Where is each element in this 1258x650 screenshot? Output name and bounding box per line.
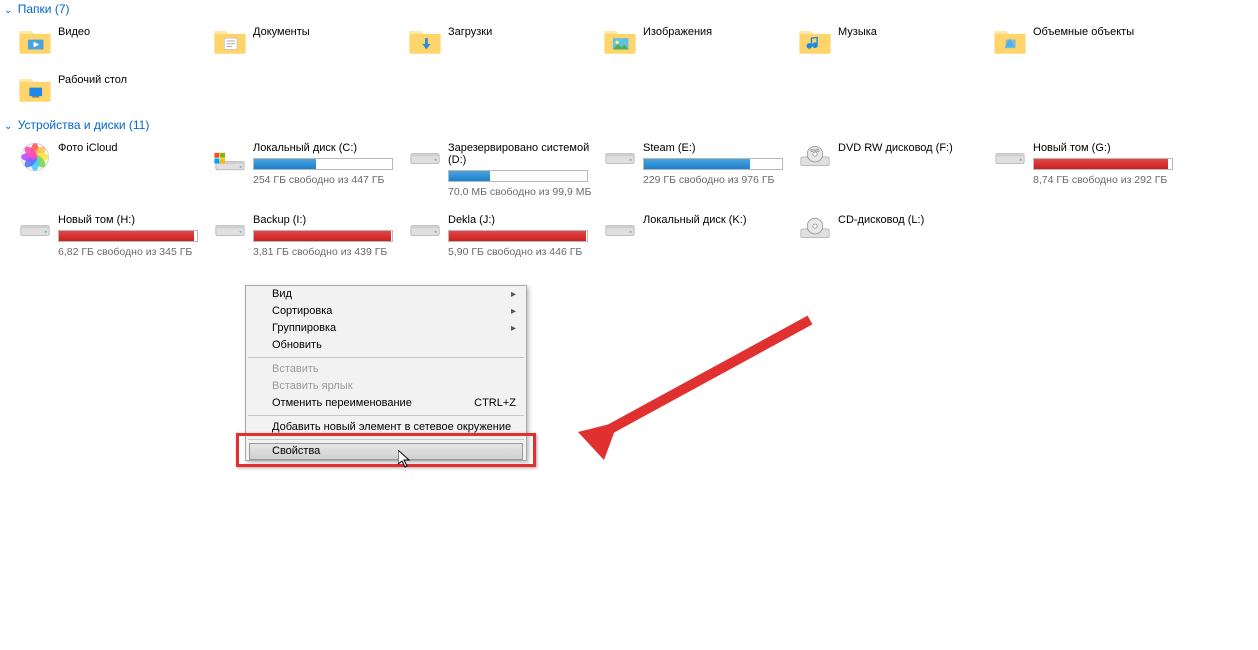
- drive-label: Backup (I:): [253, 214, 393, 226]
- drive-icon: [408, 140, 442, 174]
- drive-icon: [603, 140, 637, 174]
- context-menu: Вид▸ Сортировка▸ Группировка▸ Обновить В…: [245, 285, 527, 461]
- section-header-folders[interactable]: ⌄ Папки (7): [0, 0, 1258, 20]
- drive-icon: [18, 212, 52, 246]
- drive-label: Новый том (H:): [58, 214, 198, 226]
- drive-subtext: 254 ГБ свободно из 447 ГБ: [253, 174, 393, 186]
- drive-icon: [213, 140, 247, 174]
- folder-item[interactable]: Музыка: [798, 24, 993, 58]
- folder-label: Документы: [253, 26, 310, 38]
- svg-text:DVD: DVD: [811, 148, 820, 153]
- folder-label: Загрузки: [448, 26, 492, 38]
- capacity-bar: [58, 230, 198, 242]
- drive-label: DVD RW дисковод (F:): [838, 142, 953, 154]
- folder-label: Видео: [58, 26, 90, 38]
- drive-subtext: 8,74 ГБ свободно из 292 ГБ: [1033, 174, 1173, 186]
- drive-item[interactable]: Новый том (H:) 6,82 ГБ свободно из 345 Г…: [18, 212, 213, 258]
- drive-label: Зарезервировано системой (D:): [448, 142, 603, 166]
- folder-label: Изображения: [643, 26, 712, 38]
- menu-item-undo-rename[interactable]: Отменить переименованиеCTRL+Z: [246, 395, 526, 412]
- drive-icon: [993, 140, 1027, 174]
- menu-separator: [248, 357, 524, 358]
- drive-item[interactable]: Dekla (J:) 5,90 ГБ свободно из 446 ГБ: [408, 212, 603, 258]
- menu-separator: [248, 415, 524, 416]
- drive-label: Dekla (J:): [448, 214, 588, 226]
- menu-separator: [248, 439, 524, 440]
- capacity-bar: [448, 170, 588, 182]
- folder-icon: [18, 72, 52, 106]
- menu-item-group[interactable]: Группировка▸: [246, 320, 526, 337]
- chevron-down-icon: ⌄: [4, 121, 12, 132]
- dvd-drive-icon: DVD: [798, 140, 832, 174]
- drive-item[interactable]: Фото iCloud: [18, 140, 213, 198]
- drive-item[interactable]: CD-дисковод (L:): [798, 212, 993, 258]
- drive-icon: [603, 212, 637, 246]
- cd-drive-icon: [798, 212, 832, 246]
- folder-icon: [603, 24, 637, 58]
- drive-subtext: 6,82 ГБ свободно из 345 ГБ: [58, 246, 198, 258]
- drives-grid: Фото iCloud Локальный диск (C:) 254 ГБ с…: [0, 136, 1258, 268]
- folder-icon: [993, 24, 1027, 58]
- folder-icon: [213, 24, 247, 58]
- drive-subtext: 5,90 ГБ свободно из 446 ГБ: [448, 246, 588, 258]
- drive-label: CD-дисковод (L:): [838, 214, 924, 226]
- drive-subtext: 70,0 МБ свободно из 99,9 МБ: [448, 186, 603, 198]
- drive-item[interactable]: Backup (I:) 3,81 ГБ свободно из 439 ГБ: [213, 212, 408, 258]
- submenu-arrow-icon: ▸: [511, 322, 516, 335]
- capacity-bar: [448, 230, 588, 242]
- drive-item[interactable]: Steam (E:) 229 ГБ свободно из 976 ГБ: [603, 140, 798, 198]
- drive-item[interactable]: Новый том (G:) 8,74 ГБ свободно из 292 Г…: [993, 140, 1188, 198]
- folder-item[interactable]: Документы: [213, 24, 408, 58]
- folder-item[interactable]: Рабочий стол: [18, 72, 213, 106]
- menu-item-refresh[interactable]: Обновить: [246, 337, 526, 354]
- menu-item-sort[interactable]: Сортировка▸: [246, 303, 526, 320]
- drive-item[interactable]: Зарезервировано системой (D:) 70,0 МБ св…: [408, 140, 603, 198]
- submenu-arrow-icon: ▸: [511, 305, 516, 318]
- menu-item-add-network-location[interactable]: Добавить новый элемент в сетевое окружен…: [246, 419, 526, 436]
- capacity-bar: [253, 230, 393, 242]
- drive-item[interactable]: Локальный диск (K:): [603, 212, 798, 258]
- folder-icon: [408, 24, 442, 58]
- drive-subtext: 229 ГБ свободно из 976 ГБ: [643, 174, 783, 186]
- section-title-drives: Устройства и диски (11): [18, 118, 150, 132]
- drive-item[interactable]: DVD DVD RW дисковод (F:): [798, 140, 993, 198]
- drive-item[interactable]: Локальный диск (C:) 254 ГБ свободно из 4…: [213, 140, 408, 198]
- drive-label: Локальный диск (K:): [643, 214, 747, 226]
- menu-item-paste: Вставить: [246, 361, 526, 378]
- menu-shortcut: CTRL+Z: [474, 397, 516, 410]
- menu-item-paste-shortcut: Вставить ярлык: [246, 378, 526, 395]
- section-header-drives[interactable]: ⌄ Устройства и диски (11): [0, 116, 1258, 136]
- capacity-bar: [1033, 158, 1173, 170]
- drive-icon: [408, 212, 442, 246]
- folder-item[interactable]: Объемные объекты: [993, 24, 1188, 58]
- folder-item[interactable]: Видео: [18, 24, 213, 58]
- drive-subtext: 3,81 ГБ свободно из 439 ГБ: [253, 246, 393, 258]
- folder-label: Музыка: [838, 26, 877, 38]
- section-title-folders: Папки (7): [18, 2, 70, 16]
- annotation-arrow-icon: [560, 310, 830, 470]
- drive-label: Локальный диск (C:): [253, 142, 393, 154]
- folder-item[interactable]: Загрузки: [408, 24, 603, 58]
- folder-label: Объемные объекты: [1033, 26, 1134, 38]
- folder-item[interactable]: Изображения: [603, 24, 798, 58]
- capacity-bar: [643, 158, 783, 170]
- chevron-down-icon: ⌄: [4, 5, 12, 16]
- folder-icon: [18, 24, 52, 58]
- icloud-photos-icon: [18, 140, 52, 174]
- menu-item-properties[interactable]: Свойства: [249, 443, 523, 460]
- submenu-arrow-icon: ▸: [511, 288, 516, 301]
- folder-label: Рабочий стол: [58, 74, 127, 86]
- drive-label: Фото iCloud: [58, 142, 118, 154]
- drive-icon: [213, 212, 247, 246]
- folder-grid: Видео Документы Загрузки Изображения Муз…: [0, 20, 1258, 116]
- drive-label: Новый том (G:): [1033, 142, 1173, 154]
- drive-label: Steam (E:): [643, 142, 783, 154]
- capacity-bar: [253, 158, 393, 170]
- folder-icon: [798, 24, 832, 58]
- menu-item-view[interactable]: Вид▸: [246, 286, 526, 303]
